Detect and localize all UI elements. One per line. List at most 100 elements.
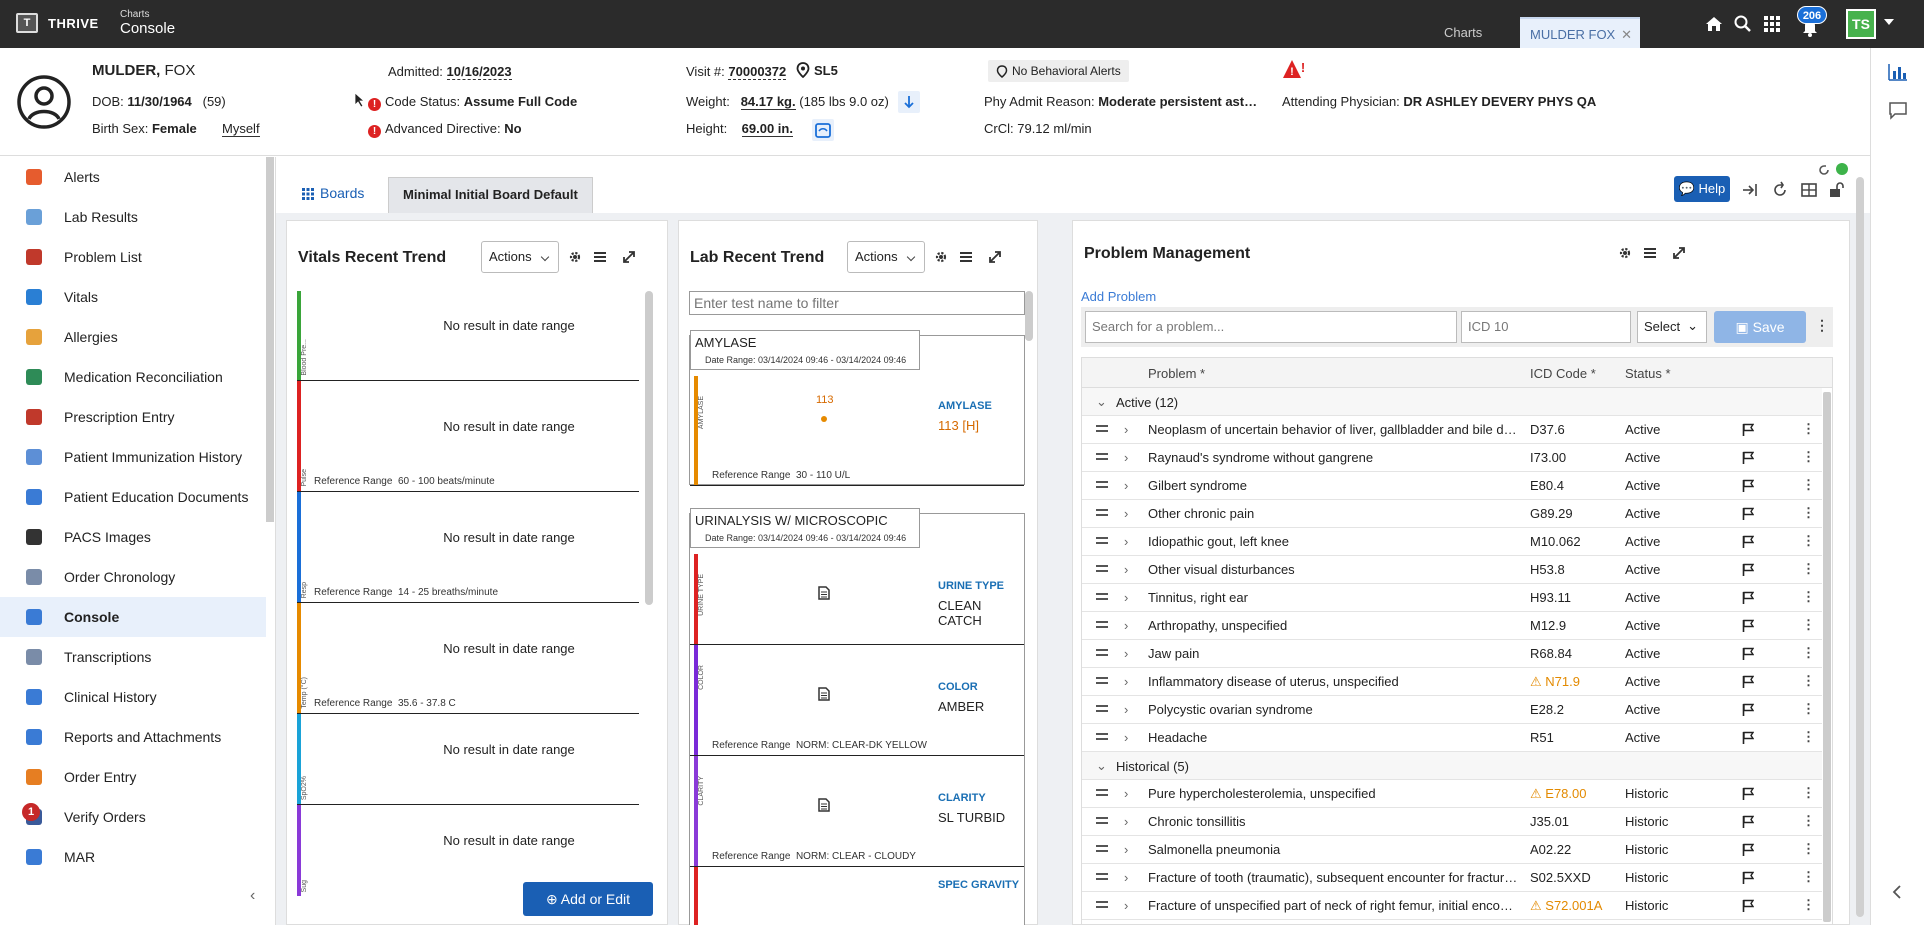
chevron-right-icon[interactable]: › xyxy=(1124,730,1128,745)
vitals-scrollbar[interactable] xyxy=(645,291,653,605)
sidebar-item-pacs-images[interactable]: PACS Images xyxy=(0,517,266,557)
vital-row[interactable]: SpO2% No result in date range xyxy=(297,714,639,805)
sidebar-item-medication-reconciliation[interactable]: Medication Reconciliation xyxy=(0,357,266,397)
chevron-right-icon[interactable]: › xyxy=(1124,534,1128,549)
chevron-right-icon[interactable]: › xyxy=(1124,814,1128,829)
more-options-icon[interactable]: ⋮ xyxy=(1802,897,1815,913)
column-status[interactable]: Status * xyxy=(1625,366,1671,381)
vitals-actions-dropdown[interactable]: Actions xyxy=(481,241,559,273)
lab-group-header[interactable]: AMYLASE Date Range: 03/14/2024 09:46 - 03… xyxy=(690,330,920,370)
column-problem[interactable]: Problem * xyxy=(1148,366,1205,381)
apps-grid-icon[interactable] xyxy=(1762,14,1782,34)
more-options-icon[interactable]: ⋮ xyxy=(1802,421,1815,437)
vital-row[interactable]: Temp (°C) No result in date range Referenc… xyxy=(297,603,639,714)
flag-icon[interactable] xyxy=(1742,843,1754,857)
chevron-right-icon[interactable]: › xyxy=(1124,562,1128,577)
drag-handle-icon[interactable] xyxy=(1096,873,1108,880)
chevron-right-icon[interactable]: › xyxy=(1124,646,1128,661)
sidebar-item-verify-orders[interactable]: Verify Orders xyxy=(0,797,266,837)
flag-icon[interactable] xyxy=(1742,563,1754,577)
problem-row[interactable]: › Inflammatory disease of uterus, unspeci… xyxy=(1082,668,1822,696)
drag-handle-icon[interactable] xyxy=(1096,677,1108,684)
search-icon[interactable] xyxy=(1733,14,1753,34)
more-options-icon[interactable]: ⋮ xyxy=(1815,317,1829,334)
chevron-right-icon[interactable]: › xyxy=(1124,590,1128,605)
more-options-icon[interactable]: ⋮ xyxy=(1802,505,1815,521)
flag-icon[interactable] xyxy=(1742,731,1754,745)
refresh-status-icon[interactable] xyxy=(1817,163,1831,177)
sidebar-scrollbar[interactable] xyxy=(266,157,274,522)
more-options-icon[interactable]: ⋮ xyxy=(1802,729,1815,745)
drag-handle-icon[interactable] xyxy=(1096,789,1108,796)
problem-scrollbar[interactable] xyxy=(1823,392,1831,922)
expand-icon[interactable] xyxy=(1671,245,1687,261)
drag-handle-icon[interactable] xyxy=(1096,621,1108,628)
unlock-icon[interactable] xyxy=(1828,181,1846,199)
problem-row[interactable]: › Arthropathy, unspecified M12.9 Active ⋮ xyxy=(1082,612,1822,640)
more-options-icon[interactable]: ⋮ xyxy=(1802,645,1815,661)
sidebar-item-reports-and-attachments[interactable]: Reports and Attachments xyxy=(0,717,266,757)
warning-triangle-icon[interactable]: !! xyxy=(1282,58,1306,80)
drag-handle-icon[interactable] xyxy=(1096,705,1108,712)
problem-row[interactable]: › Idiopathic gout, left knee M10.062 Active… xyxy=(1082,528,1822,556)
boards-link[interactable]: Boards xyxy=(302,185,364,201)
problem-row[interactable]: › Chronic tonsillitis J35.01 Historic ⋮ xyxy=(1082,808,1822,836)
more-options-icon[interactable]: ⋮ xyxy=(1802,617,1815,633)
problem-row[interactable]: › Gilbert syndrome E80.4 Active ⋮ xyxy=(1082,472,1822,500)
tab-charts[interactable]: Charts xyxy=(1430,17,1496,48)
drag-handle-icon[interactable] xyxy=(1096,565,1108,572)
sidebar-item-vitals[interactable]: Vitals xyxy=(0,277,266,317)
lab-filter-input[interactable] xyxy=(689,291,1025,315)
more-options-icon[interactable]: ⋮ xyxy=(1802,561,1815,577)
problem-row[interactable]: › Other visual disturbances H53.8 Active ⋮ xyxy=(1082,556,1822,584)
more-options-icon[interactable]: ⋮ xyxy=(1802,673,1815,689)
flag-icon[interactable] xyxy=(1742,451,1754,465)
lab-row[interactable]: COLOR COLOR AMBER Reference Range NORM: CLE… xyxy=(690,645,1024,756)
document-icon[interactable] xyxy=(818,686,830,701)
lab-row[interactable]: AMYLASE 113 AMYLASE 113 [H] Reference Range … xyxy=(690,376,1024,486)
sidebar-item-alerts[interactable]: Alerts xyxy=(0,157,266,197)
home-icon[interactable] xyxy=(1704,14,1724,34)
expand-icon[interactable] xyxy=(987,249,1003,265)
drag-handle-icon[interactable] xyxy=(1096,817,1108,824)
drag-handle-icon[interactable] xyxy=(1096,901,1108,908)
more-options-icon[interactable]: ⋮ xyxy=(1802,589,1815,605)
problem-row[interactable]: › Pure hypercholesterolemia, unspecified ⚠… xyxy=(1082,780,1822,808)
sidebar-item-lab-results[interactable]: Lab Results xyxy=(0,197,266,237)
more-options-icon[interactable]: ⋮ xyxy=(1802,477,1815,493)
chevron-right-icon[interactable]: › xyxy=(1124,506,1128,521)
more-options-icon[interactable]: ⋮ xyxy=(1802,533,1815,549)
problem-row[interactable]: › Fracture of tooth (traumatic), subseque… xyxy=(1082,864,1822,892)
column-icd[interactable]: ICD Code * xyxy=(1530,366,1596,381)
chevron-left-icon[interactable]: ‹ xyxy=(250,887,255,905)
sidebar-item-mar[interactable]: MAR xyxy=(0,837,266,877)
flag-icon[interactable] xyxy=(1742,815,1754,829)
flag-icon[interactable] xyxy=(1742,423,1754,437)
admitted-value[interactable]: 10/16/2023 xyxy=(446,64,512,80)
drag-handle-icon[interactable] xyxy=(1096,425,1108,432)
problem-row[interactable]: › Fracture of unspecified part of neck of… xyxy=(1082,892,1822,920)
problem-row[interactable]: › Salmonella pneumonia A02.22 Historic ⋮ xyxy=(1082,836,1822,864)
myself-link[interactable]: Myself xyxy=(222,121,260,137)
drag-handle-icon[interactable] xyxy=(1096,509,1108,516)
more-options-icon[interactable]: ⋮ xyxy=(1802,701,1815,717)
sidebar-item-allergies[interactable]: Allergies xyxy=(0,317,266,357)
sidebar-item-console[interactable]: Console xyxy=(0,597,266,637)
save-button[interactable]: ▣ Save xyxy=(1714,311,1806,343)
drag-handle-icon[interactable] xyxy=(1096,537,1108,544)
problem-row[interactable]: › Headache R51 Active ⋮ xyxy=(1082,724,1822,752)
icd10-input[interactable]: ICD 10 xyxy=(1461,311,1631,343)
sidebar-item-clinical-history[interactable]: Clinical History xyxy=(0,677,266,717)
chevron-right-icon[interactable]: › xyxy=(1124,618,1128,633)
problem-row[interactable]: › Polycystic ovarian syndrome E28.2 Active ⋮ xyxy=(1082,696,1822,724)
chevron-right-icon[interactable]: › xyxy=(1124,422,1128,437)
add-problem-link[interactable]: Add Problem xyxy=(1081,289,1156,304)
add-or-edit-button[interactable]: ⊕ Add or Edit xyxy=(523,882,653,916)
sidebar-item-prescription-entry[interactable]: Prescription Entry xyxy=(0,397,266,437)
chevron-right-icon[interactable]: › xyxy=(1124,702,1128,717)
vital-row[interactable]: Resp No result in date range Reference Ran… xyxy=(297,492,639,603)
chevron-right-icon[interactable]: › xyxy=(1124,450,1128,465)
more-options-icon[interactable]: ⋮ xyxy=(1802,869,1815,885)
flag-icon[interactable] xyxy=(1742,507,1754,521)
arrow-right-to-bar-icon[interactable] xyxy=(1741,181,1759,199)
